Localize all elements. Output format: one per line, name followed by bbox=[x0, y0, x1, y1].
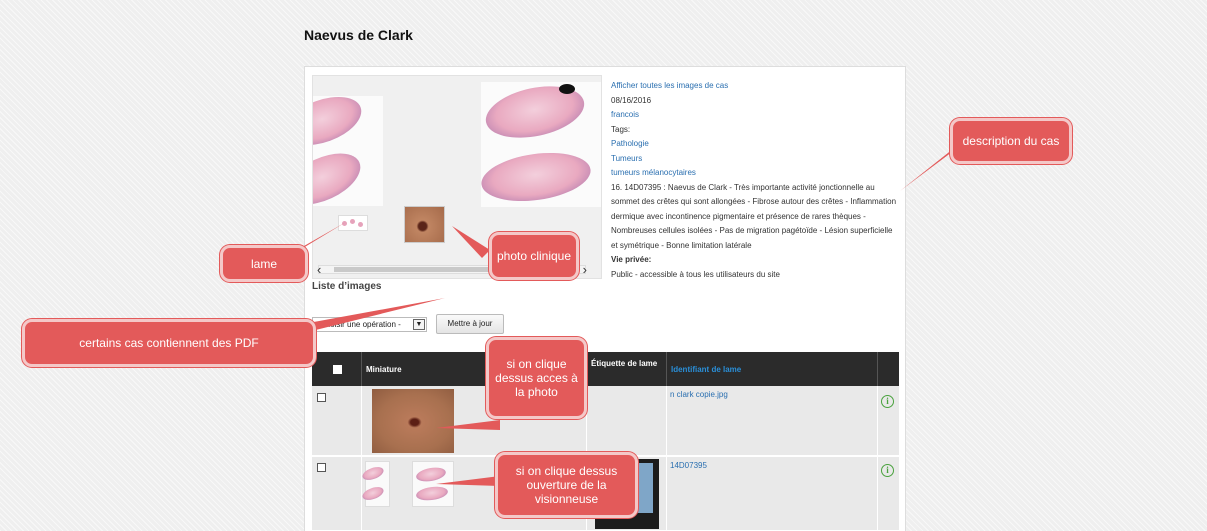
case-description: 16. 14D07395 : Naevus de Clark - Très im… bbox=[611, 182, 897, 250]
col-etiquette[interactable]: Étiquette de lame bbox=[587, 352, 667, 386]
callout-viewer-open: si on clique dessus ouverture de la visi… bbox=[495, 452, 638, 518]
row-info-cell: i bbox=[878, 457, 899, 530]
update-button[interactable]: Mettre à jour bbox=[436, 314, 504, 334]
col-identifiant-label[interactable]: Identifiant de lame bbox=[671, 365, 741, 374]
col-identifiant[interactable]: Identifiant de lame bbox=[667, 352, 878, 386]
show-all-images-link[interactable]: Afficher toutes les images de cas bbox=[611, 79, 901, 94]
row-checkbox-cell bbox=[312, 386, 362, 455]
scroll-right-icon[interactable]: › bbox=[583, 262, 587, 277]
row-etiquette-cell bbox=[587, 386, 667, 455]
slide-miniature[interactable] bbox=[360, 461, 390, 507]
row-checkbox-cell bbox=[312, 457, 362, 530]
col-actions bbox=[878, 352, 899, 386]
clinical-photo-miniature[interactable] bbox=[372, 389, 454, 453]
callout-photo-clinique: photo clinique bbox=[489, 232, 579, 280]
ink-mark bbox=[559, 84, 575, 94]
page-title: Naevus de Clark bbox=[304, 27, 413, 43]
callout-description: description du cas bbox=[950, 118, 1072, 164]
callout-pdf: certains cas contiennent des PDF bbox=[22, 319, 316, 367]
info-icon[interactable]: i bbox=[881, 395, 894, 408]
table-header: Miniature Étiquette de lame Identifiant … bbox=[312, 352, 899, 386]
scroll-left-icon[interactable]: ‹ bbox=[317, 262, 321, 277]
col-etiquette-label: Étiquette de lame bbox=[591, 359, 658, 368]
chevron-down-icon[interactable]: ▼ bbox=[413, 319, 425, 330]
callout-photo-access: si on clique dessus acces à la photo bbox=[486, 337, 587, 419]
privacy-label: Vie privée: bbox=[611, 255, 652, 264]
col-miniature-label: Miniature bbox=[366, 365, 402, 374]
callout-lame: lame bbox=[220, 245, 308, 282]
info-icon[interactable]: i bbox=[881, 464, 894, 477]
operation-select-value: - Choisir une opération - bbox=[315, 320, 401, 329]
slide-id-link[interactable]: n clark copie.jpg bbox=[670, 390, 728, 399]
tags-label: Tags: bbox=[611, 124, 631, 134]
slide-id-link[interactable]: 14D07395 bbox=[670, 461, 707, 470]
tag-link[interactable]: Tumeurs bbox=[611, 152, 901, 167]
table-row: n clark copie.jpg i bbox=[312, 386, 899, 456]
row-checkbox[interactable] bbox=[317, 463, 326, 472]
tag-link[interactable]: Pathologie bbox=[611, 137, 901, 152]
author-link[interactable]: francois bbox=[611, 108, 901, 123]
operation-select[interactable]: - Choisir une opération - ▼ bbox=[312, 317, 427, 332]
scrollbar-thumb[interactable] bbox=[334, 267, 494, 272]
select-all-checkbox[interactable] bbox=[333, 365, 342, 374]
clinical-photo-thumbnail[interactable] bbox=[404, 206, 445, 243]
row-identifiant-cell: 14D07395 bbox=[667, 457, 878, 530]
slide-miniature[interactable] bbox=[412, 461, 454, 507]
privacy-value: Public - accessible à tous les utilisate… bbox=[611, 269, 780, 279]
tag-link[interactable]: tumeurs mélanocytaires bbox=[611, 166, 901, 181]
slide-thumbnail[interactable] bbox=[338, 215, 368, 231]
case-date: 08/16/2016 bbox=[611, 95, 652, 105]
image-list-title: Liste d’images bbox=[312, 281, 382, 292]
select-all-cell bbox=[312, 352, 362, 386]
case-info: Afficher toutes les images de cas 08/16/… bbox=[611, 79, 901, 282]
row-identifiant-cell: n clark copie.jpg bbox=[667, 386, 878, 455]
row-checkbox[interactable] bbox=[317, 393, 326, 402]
row-info-cell: i bbox=[878, 386, 899, 455]
